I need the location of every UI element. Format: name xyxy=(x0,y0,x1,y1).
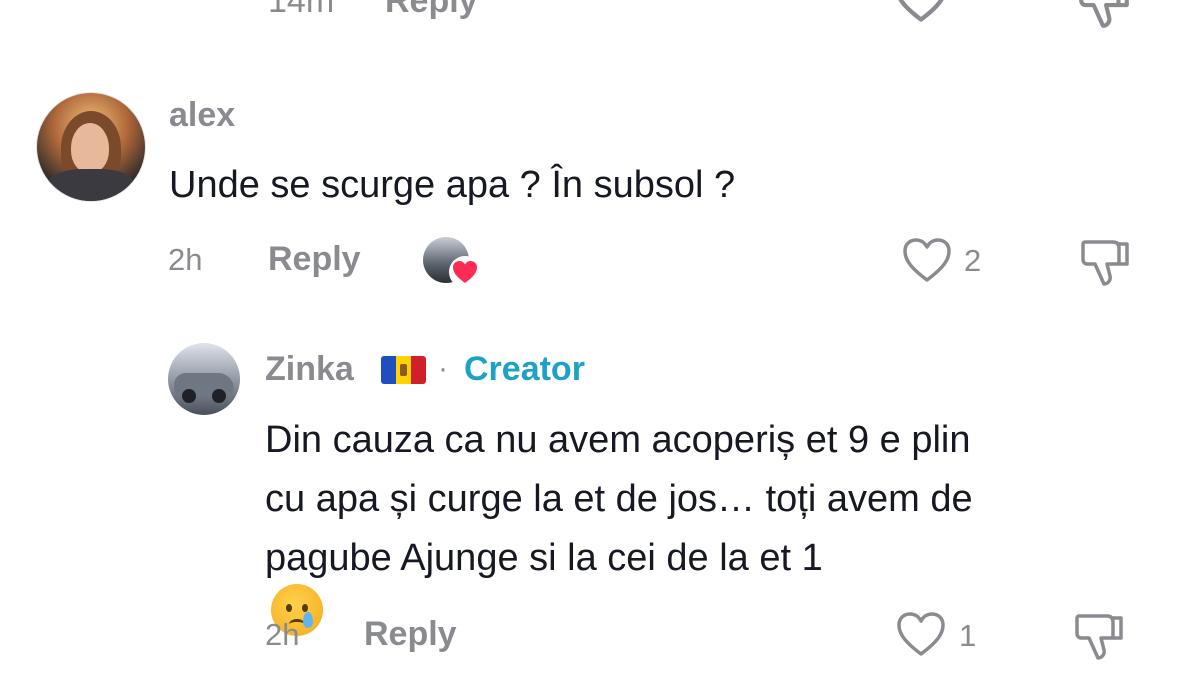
dislike-icon[interactable] xyxy=(1077,234,1133,290)
creator-liked-heart-icon xyxy=(449,256,481,288)
like-count: 1 xyxy=(959,618,977,653)
comment-text: Unde se scurge apa ? În subsol ? xyxy=(169,164,736,206)
badge-separator: · xyxy=(438,352,448,385)
reply-text-line-content: pagube Ajunge si la cei de la et 1 xyxy=(265,537,823,579)
previous-comment-time: 14m xyxy=(268,0,335,20)
creator-badge: Creator xyxy=(464,350,585,388)
reply-text-line: cu apa și curge la et de jos… toți avem … xyxy=(265,470,1155,529)
reply-comment-text: Din cauza ca nu avem acoperiș et 9 e pli… xyxy=(265,411,1155,640)
previous-comment-reply-button[interactable]: Reply xyxy=(385,0,478,21)
dislike-icon[interactable] xyxy=(1071,608,1127,664)
reply-button[interactable]: Reply xyxy=(364,615,457,654)
like-heart-icon[interactable] xyxy=(895,610,947,658)
reply-text-line: Din cauza ca nu avem acoperiș et 9 e pli… xyxy=(265,419,971,461)
moldova-flag-icon xyxy=(381,356,426,384)
previous-comment-heart-icon[interactable] xyxy=(893,0,949,26)
previous-comment-dislike-icon[interactable] xyxy=(1075,0,1133,32)
comment-time: 2h xyxy=(168,242,203,277)
comment-time: 2h xyxy=(265,617,300,652)
reply-text-line-content: cu apa și curge la et de jos… toți avem … xyxy=(265,478,973,520)
reply-button[interactable]: Reply xyxy=(268,240,361,279)
username-alex[interactable]: alex xyxy=(169,96,235,135)
avatar-zinka[interactable] xyxy=(168,343,240,415)
like-count: 2 xyxy=(964,243,982,278)
like-heart-icon[interactable] xyxy=(901,236,953,284)
username-zinka[interactable]: Zinka xyxy=(265,350,354,389)
avatar-alex[interactable] xyxy=(36,92,146,202)
